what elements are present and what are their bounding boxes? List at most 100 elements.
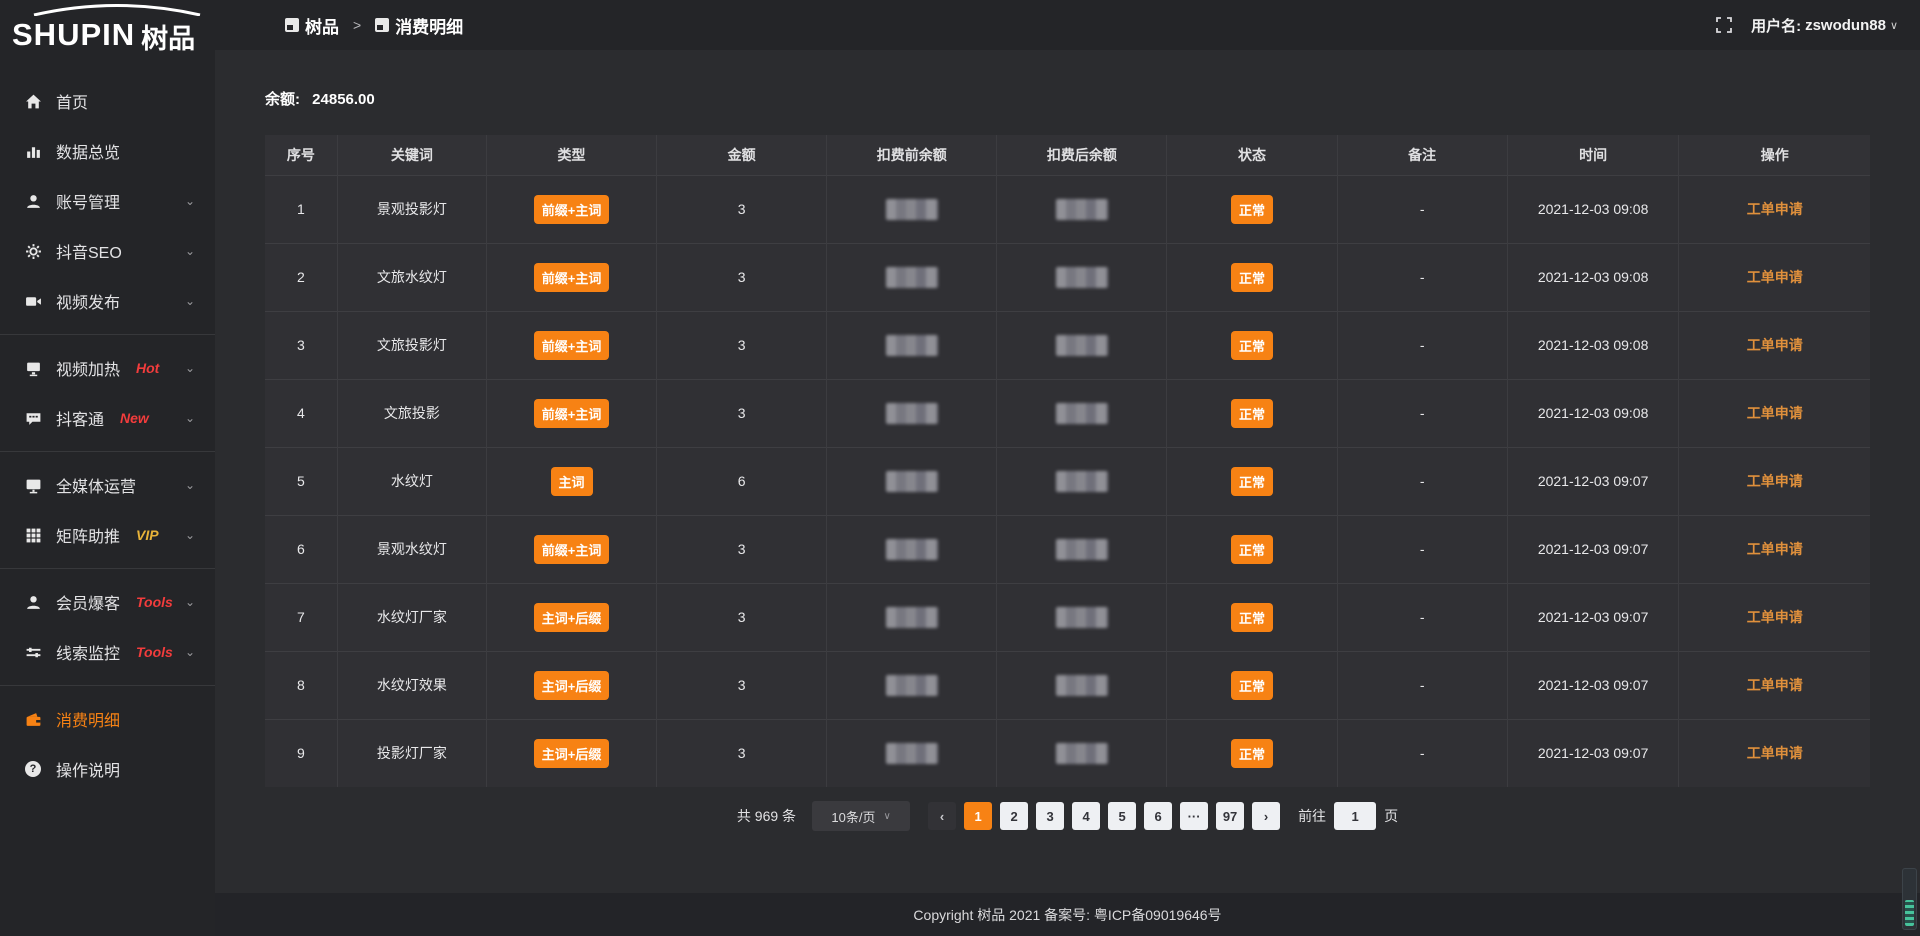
next-page-button[interactable]: › (1252, 802, 1280, 830)
sidebar-item-data-overview[interactable]: 数据总览 (0, 126, 215, 176)
cell-time: 2021-12-03 09:07 (1507, 515, 1679, 583)
cell-keyword: 水纹灯效果 (337, 651, 486, 719)
cell-status: 正常 (1167, 651, 1337, 719)
page-button-3[interactable]: 3 (1036, 802, 1064, 830)
brand-logo: SHUPIN 树品 (0, 0, 215, 60)
sidebar-item-home[interactable]: 首页 (0, 76, 215, 126)
cell-balance-after (997, 719, 1167, 787)
goto-label: 前往 (1298, 806, 1326, 826)
work-order-link[interactable]: 工单申请 (1747, 609, 1803, 625)
cell-action: 工单申请 (1679, 447, 1870, 515)
work-order-link[interactable]: 工单申请 (1747, 541, 1803, 557)
work-order-link[interactable]: 工单申请 (1747, 201, 1803, 217)
work-order-link[interactable]: 工单申请 (1747, 269, 1803, 285)
cell-no: 4 (265, 379, 337, 447)
sidebar-item-matrix-boost[interactable]: 矩阵助推 VIP ⌄ (0, 510, 215, 560)
work-order-link[interactable]: 工单申请 (1747, 473, 1803, 489)
cell-no: 9 (265, 719, 337, 787)
col-header-balance-after: 扣费后余额 (997, 135, 1167, 175)
sidebar-item-douyin-seo[interactable]: 抖音SEO ⌄ (0, 226, 215, 276)
status-badge: 正常 (1231, 399, 1273, 428)
sidebar-item-member-burst[interactable]: 会员爆客 Tools ⌄ (0, 577, 215, 627)
vip-badge: VIP (136, 527, 159, 543)
sidebar-item-consumption-details[interactable]: 消费明细 (0, 694, 215, 744)
cell-time: 2021-12-03 09:07 (1507, 719, 1679, 787)
user-icon (24, 192, 42, 210)
cell-type: 前缀+主词 (486, 311, 656, 379)
chevron-down-icon: ⌄ (185, 194, 195, 208)
sidebar-item-video-heating[interactable]: 视频加热 Hot ⌄ (0, 343, 215, 393)
redacted-balance-before (886, 607, 938, 628)
sidebar-item-douketong[interactable]: 抖客通 New ⌄ (0, 393, 215, 443)
consumption-table: 序号 关键词 类型 金额 扣费前余额 扣费后余额 状态 备注 时间 操作 1 景… (265, 135, 1870, 787)
page-button-97[interactable]: 97 (1216, 802, 1244, 830)
user-menu[interactable]: 用户名: zswodun88 ∨ (1751, 15, 1898, 36)
goto-page-input[interactable] (1334, 802, 1376, 830)
page-size-select[interactable]: 10条/页 ∨ (812, 801, 910, 831)
cell-type: 前缀+主词 (486, 175, 656, 243)
cell-balance-before (827, 311, 997, 379)
main-content: 余额: 24856.00 序号 关键词 类型 金额 扣费前余额 扣费后余额 状态… (215, 50, 1920, 936)
prev-page-button[interactable]: ‹ (928, 802, 956, 830)
user-icon (24, 593, 42, 611)
cell-balance-after (997, 651, 1167, 719)
page-button-6[interactable]: 6 (1144, 802, 1172, 830)
work-order-link[interactable]: 工单申请 (1747, 745, 1803, 761)
chevron-down-icon: ⌄ (185, 411, 195, 425)
table-row: 1 景观投影灯 前缀+主词 3 正常 - 2021-12-03 09:08 工单… (265, 175, 1870, 243)
cell-keyword: 文旅水纹灯 (337, 243, 486, 311)
redacted-balance-before (886, 471, 938, 492)
col-header-action: 操作 (1679, 135, 1870, 175)
page-ellipsis-button[interactable]: ··· (1180, 802, 1208, 830)
username-value: zswodun88 (1805, 17, 1886, 34)
fullscreen-icon[interactable] (1715, 16, 1733, 34)
cell-no: 1 (265, 175, 337, 243)
page-button-1[interactable]: 1 (964, 802, 992, 830)
cell-status: 正常 (1167, 447, 1337, 515)
chat-bubble-icon (24, 409, 42, 427)
cell-time: 2021-12-03 09:08 (1507, 311, 1679, 379)
logo-arc (28, 4, 206, 16)
page-button-2[interactable]: 2 (1000, 802, 1028, 830)
cell-balance-before (827, 719, 997, 787)
cell-amount: 3 (657, 175, 827, 243)
page-button-5[interactable]: 5 (1108, 802, 1136, 830)
edge-scrollbar-widget[interactable] (1902, 868, 1917, 930)
status-badge: 正常 (1231, 263, 1273, 292)
sidebar-item-lead-monitoring[interactable]: 线索监控 Tools ⌄ (0, 627, 215, 677)
cell-remark: - (1337, 379, 1507, 447)
table-row: 3 文旅投影灯 前缀+主词 3 正常 - 2021-12-03 09:08 工单… (265, 311, 1870, 379)
type-badge: 主词 (551, 467, 593, 496)
sidebar-item-all-media-operation[interactable]: 全媒体运营 ⌄ (0, 460, 215, 510)
work-order-link[interactable]: 工单申请 (1747, 337, 1803, 353)
cell-remark: - (1337, 719, 1507, 787)
type-badge: 前缀+主词 (534, 535, 610, 564)
page-button-4[interactable]: 4 (1072, 802, 1100, 830)
cell-balance-after (997, 583, 1167, 651)
cell-action: 工单申请 (1679, 175, 1870, 243)
sidebar-item-video-publish[interactable]: 视频发布 ⌄ (0, 276, 215, 326)
type-badge: 前缀+主词 (534, 331, 610, 360)
balance-value: 24856.00 (312, 91, 375, 108)
cell-balance-before (827, 651, 997, 719)
sidebar-item-account-management[interactable]: 账号管理 ⌄ (0, 176, 215, 226)
cell-balance-before (827, 243, 997, 311)
redacted-balance-after (1056, 403, 1108, 424)
work-order-link[interactable]: 工单申请 (1747, 405, 1803, 421)
work-order-link[interactable]: 工单申请 (1747, 677, 1803, 693)
cell-amount: 6 (657, 447, 827, 515)
gear-icon (24, 242, 42, 260)
topbar: 树品 > 消费明细 用户名: zswodun88 ∨ (215, 0, 1920, 50)
cell-status: 正常 (1167, 719, 1337, 787)
breadcrumb-home[interactable]: 树品 (305, 13, 339, 38)
cell-remark: - (1337, 175, 1507, 243)
username-label: 用户名: (1751, 15, 1801, 36)
cell-action: 工单申请 (1679, 515, 1870, 583)
chevron-down-icon: ⌄ (185, 361, 195, 375)
sidebar-menu: 首页 数据总览 账号管理 ⌄ 抖音SEO ⌄ 视频发布 ⌄ (0, 76, 215, 794)
redacted-balance-after (1056, 743, 1108, 764)
cell-keyword: 景观水纹灯 (337, 515, 486, 583)
tools-badge: Tools (136, 644, 173, 660)
sidebar-item-instructions[interactable]: ? 操作说明 (0, 744, 215, 794)
cell-type: 前缀+主词 (486, 515, 656, 583)
